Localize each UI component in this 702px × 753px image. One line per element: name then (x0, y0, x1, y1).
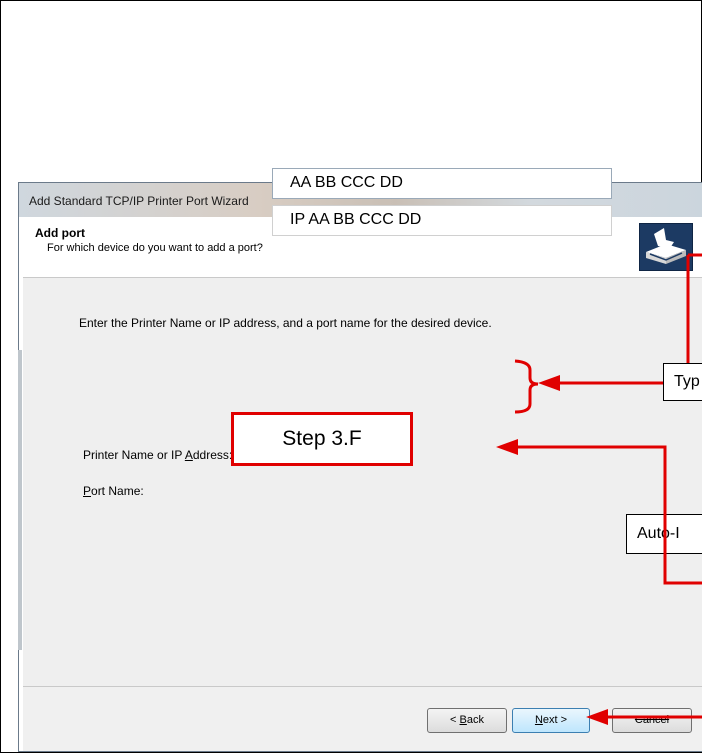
annotation-arrows (496, 253, 702, 725)
arrow-to-port-field (503, 445, 702, 585)
arrowhead-next (586, 709, 608, 725)
arrowhead-printer (538, 375, 560, 391)
arrowhead-port (496, 439, 518, 455)
value-bracket (514, 359, 539, 414)
window-edge-shadow (18, 350, 22, 650)
